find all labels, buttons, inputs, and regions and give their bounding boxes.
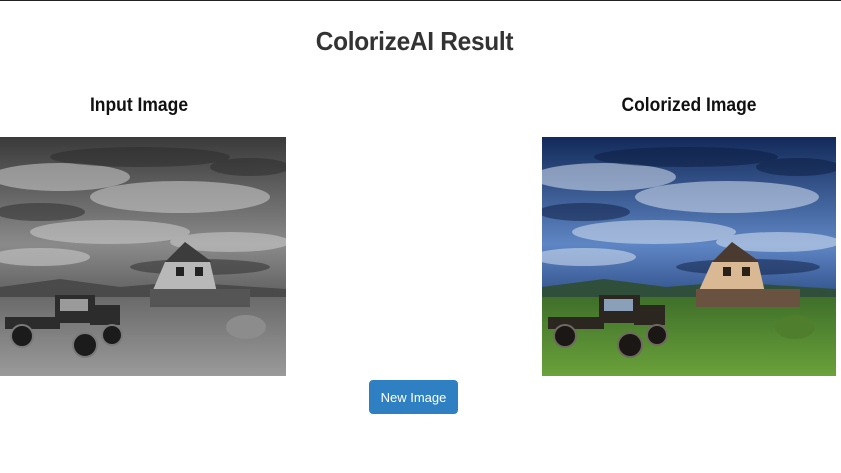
new-image-button[interactable]: New Image	[369, 380, 458, 414]
input-image-heading: Input Image	[89, 95, 189, 116]
top-divider	[0, 0, 841, 1]
colorized-image	[542, 137, 836, 376]
input-image	[0, 137, 286, 376]
colorized-image-heading: Colorized Image	[621, 95, 757, 116]
page-title: ColorizeAI Result	[315, 26, 514, 56]
result-page: ColorizeAI Result Input Image Colorized …	[0, 0, 841, 473]
